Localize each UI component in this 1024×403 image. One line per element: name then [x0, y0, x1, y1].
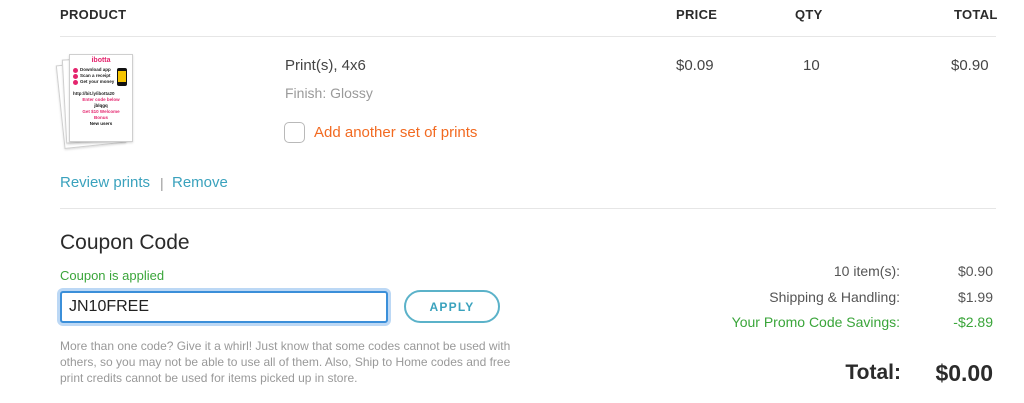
product-thumbnail[interactable]: ibotta Download app Scan a receipt Get y… [55, 52, 138, 150]
coupon-title: Coupon Code [60, 231, 190, 254]
column-header-qty: QTY [795, 7, 823, 22]
column-header-price: PRICE [676, 7, 718, 22]
apply-button[interactable]: APPLY [404, 290, 500, 323]
coupon-note: More than one code? Give it a whirl! Jus… [60, 339, 511, 385]
product-finish: Finish: Glossy [285, 85, 373, 101]
summary-promo-label: Your Promo Code Savings: [731, 314, 900, 330]
item-price: $0.09 [676, 57, 714, 74]
step-dot-icon [73, 67, 78, 73]
section-divider [60, 208, 996, 209]
thumbnail-text: New users [89, 121, 113, 126]
order-total-value: $0.00 [935, 360, 993, 386]
coupon-status: Coupon is applied [60, 268, 165, 283]
order-total-label: Total: [845, 361, 901, 384]
summary-shipping-label: Shipping & Handling: [769, 289, 900, 305]
column-header-product: PRODUCT [60, 7, 127, 22]
summary-shipping-value: $1.99 [957, 289, 993, 305]
summary-promo-value: -$2.89 [953, 314, 993, 330]
column-header-total: TOTAL [954, 7, 998, 22]
step-dot-icon [73, 73, 78, 79]
product-name: Print(s), 4x6 [285, 57, 366, 74]
summary-items-value: $0.90 [957, 263, 993, 279]
header-divider [60, 36, 996, 37]
thumbnail-print-content: ibotta Download app Scan a receipt Get y… [71, 56, 131, 140]
coupon-input[interactable] [60, 291, 388, 323]
item-total: $0.90 [951, 57, 989, 74]
phone-icon [117, 68, 127, 86]
review-prints-link[interactable]: Review prints [60, 174, 150, 191]
step-dot-icon [73, 79, 78, 85]
summary-items-label: 10 item(s): [833, 263, 900, 279]
add-prints-checkbox[interactable] [284, 122, 305, 143]
item-quantity: 10 [803, 57, 820, 74]
add-prints-label[interactable]: Add another set of prints [314, 124, 477, 141]
remove-link[interactable]: Remove [172, 174, 228, 191]
thumbnail-title: ibotta [91, 57, 111, 64]
link-separator: | [160, 175, 164, 191]
